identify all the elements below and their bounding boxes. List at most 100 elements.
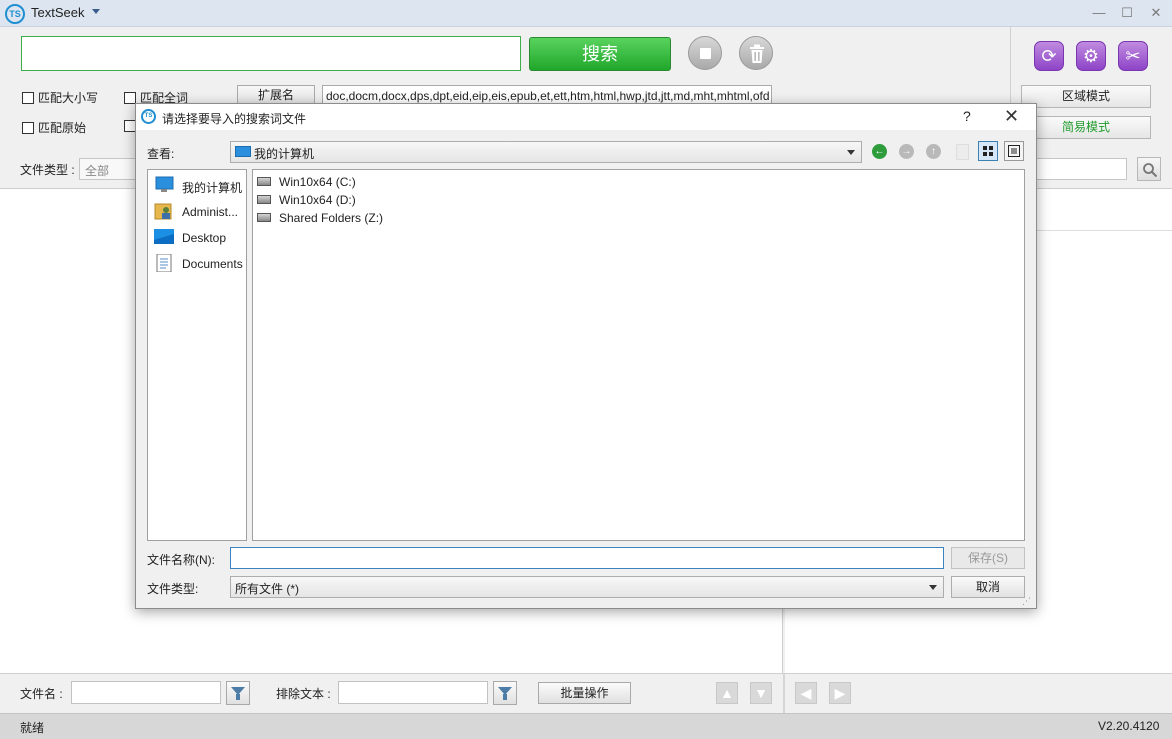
list-icon (1008, 145, 1020, 157)
refresh-icon: ⟳ (1041, 46, 1057, 66)
save-file-dialog: TS 请选择要导入的搜索词文件 ? ✕ 查看: 我的计算机 ← → ↑ 我的计算… (135, 103, 1037, 609)
sidebar-item-desktop[interactable]: Desktop (154, 228, 246, 248)
search-input[interactable] (21, 36, 521, 71)
arrow-left-icon: ◀ (800, 685, 812, 701)
sidebar-item-label: Administ... (182, 205, 239, 219)
version-text: V2.20.4120 (1098, 719, 1160, 733)
dialog-title-bar: TS 请选择要导入的搜索词文件 ? ✕ (136, 104, 1036, 130)
app-logo-icon: TS (5, 4, 25, 24)
network-drive-icon (257, 213, 271, 222)
simple-mode-button[interactable]: 简易模式 (1021, 116, 1151, 139)
sidebar-item-label: Documents (182, 257, 243, 271)
look-in-value: 我的计算机 (254, 147, 315, 161)
computer-icon (235, 146, 251, 157)
sidebar-item-label: 我的计算机 (182, 181, 243, 195)
search-button[interactable]: 搜索 (529, 37, 671, 71)
look-in-label: 查看: (147, 147, 175, 161)
chevron-down-icon (847, 150, 855, 155)
icon-view-button[interactable] (978, 141, 998, 161)
drive-icon (257, 177, 271, 186)
drive-label: Win10x64 (D:) (279, 193, 356, 207)
prev-match-button[interactable]: ◀ (795, 682, 817, 704)
arrow-right-icon: ▶ (834, 685, 846, 701)
sidebar-item-label: Desktop (182, 231, 227, 245)
exclude-text-input[interactable] (338, 681, 488, 704)
bottom-divider (783, 673, 785, 713)
file-name-label: 文件名称(N): (147, 553, 215, 567)
maximize-button[interactable]: ☐ (1119, 5, 1135, 21)
minimize-button[interactable]: — (1091, 5, 1107, 21)
drive-label: Win10x64 (C:) (279, 175, 356, 189)
search-icon (1143, 163, 1158, 178)
sidebar-item-my-computer[interactable]: 我的计算机 (154, 176, 246, 196)
match-case-option[interactable]: 匹配大小写 (22, 89, 98, 105)
dialog-logo-icon: TS (141, 109, 156, 124)
right-search-input[interactable] (1030, 158, 1127, 180)
arrow-right-icon: → (901, 146, 912, 157)
back-button[interactable]: ← (872, 144, 887, 159)
new-folder-icon[interactable] (956, 144, 969, 160)
match-case-label: 匹配大小写 (38, 91, 99, 105)
exclude-filter-button[interactable] (493, 681, 517, 705)
title-menu-caret-icon[interactable] (92, 9, 100, 14)
file-name-input[interactable] (230, 547, 944, 569)
save-button[interactable]: 保存(S) (951, 547, 1025, 569)
computer-icon (155, 176, 174, 192)
arrow-down-icon: ▼ (754, 685, 768, 701)
parent-folder-button[interactable]: ↑ (926, 144, 941, 159)
dialog-help-button[interactable]: ? (963, 108, 971, 124)
match-case-checkbox[interactable] (22, 92, 34, 104)
dialog-close-button[interactable]: ✕ (1004, 106, 1019, 127)
prev-result-button[interactable]: ▲ (716, 682, 738, 704)
desktop-icon (154, 229, 174, 244)
user-folder-icon (154, 203, 172, 220)
match-original-checkbox[interactable] (22, 122, 34, 134)
drive-label: Shared Folders (Z:) (279, 211, 384, 225)
drive-icon (257, 195, 271, 204)
refresh-button[interactable]: ⟳ (1034, 41, 1064, 71)
match-original-label: 匹配原始 (38, 121, 87, 135)
forward-button[interactable]: → (899, 144, 914, 159)
status-bar (0, 713, 1172, 739)
arrow-up-icon: ↑ (931, 146, 936, 157)
tools-button[interactable]: ✂ (1118, 41, 1148, 71)
settings-button[interactable]: ⚙ (1076, 41, 1106, 71)
app-title[interactable]: TextSeek (31, 5, 84, 20)
file-list[interactable]: Win10x64 (C:) Win10x64 (D:) Shared Folde… (252, 169, 1025, 541)
places-sidebar[interactable]: 我的计算机 Administ... Desktop Documents (147, 169, 247, 541)
dialog-file-type-label: 文件类型: (147, 582, 199, 596)
filename-filter-button[interactable] (226, 681, 250, 705)
match-original-option[interactable]: 匹配原始 (22, 119, 86, 135)
file-type-select[interactable]: 全部 (79, 158, 139, 180)
grid-icon (983, 146, 993, 156)
arrow-up-icon: ▲ (720, 685, 734, 701)
filename-filter-label: 文件名 : (20, 687, 63, 701)
resize-grip-icon[interactable]: ⋰ (1022, 596, 1032, 606)
file-type-value: 所有文件 (*) (235, 582, 299, 596)
dialog-file-type-select[interactable]: 所有文件 (*) (230, 576, 944, 598)
scissors-icon: ✂ (1125, 46, 1141, 66)
sidebar-item-administrator[interactable]: Administ... (154, 202, 246, 222)
stop-button[interactable] (688, 36, 722, 70)
cancel-button[interactable]: 取消 (951, 576, 1025, 598)
arrow-left-icon: ← (874, 146, 885, 157)
detail-view-button[interactable] (1004, 141, 1024, 161)
next-result-button[interactable]: ▼ (750, 682, 772, 704)
next-match-button[interactable]: ▶ (829, 682, 851, 704)
dialog-title: 请选择要导入的搜索词文件 (162, 112, 307, 126)
clear-button[interactable] (739, 36, 773, 70)
look-in-select[interactable]: 我的计算机 (230, 141, 862, 163)
region-mode-button[interactable]: 区域模式 (1021, 85, 1151, 108)
stop-icon (700, 48, 711, 59)
document-icon (156, 254, 172, 272)
close-button[interactable]: ✕ (1148, 5, 1164, 21)
file-type-label: 文件类型 : (20, 163, 75, 177)
trash-icon (750, 44, 764, 63)
filename-filter-input[interactable] (71, 681, 221, 704)
gear-icon: ⚙ (1082, 46, 1100, 66)
right-search-button[interactable] (1137, 157, 1161, 181)
status-text: 就绪 (20, 721, 45, 735)
sidebar-item-documents[interactable]: Documents (154, 254, 246, 274)
chevron-down-icon (929, 585, 937, 590)
batch-operation-button[interactable]: 批量操作 (538, 682, 631, 704)
